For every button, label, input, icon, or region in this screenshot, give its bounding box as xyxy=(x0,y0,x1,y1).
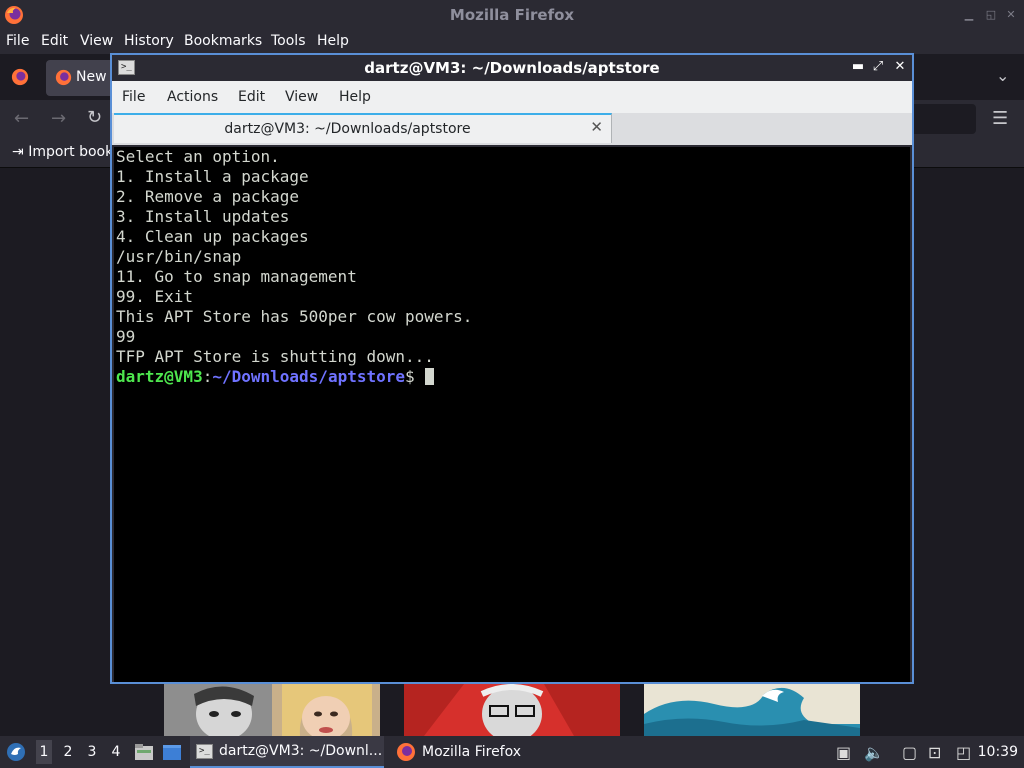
prompt-path: ~/Downloads/aptstore xyxy=(212,367,405,386)
notification-icon[interactable]: ◰ xyxy=(956,743,971,762)
terminal-line: 3. Install updates xyxy=(116,207,290,226)
workspace-4[interactable]: 4 xyxy=(108,744,124,760)
clipboard-icon[interactable]: ▣ xyxy=(836,743,851,762)
tab-list-chevron-icon[interactable]: ⌄ xyxy=(996,66,1009,85)
terminal-window-title: dartz@VM3: ~/Downloads/aptstore xyxy=(364,59,660,77)
prompt-user-host: dartz@VM3 xyxy=(116,367,203,386)
ff-menu-file[interactable]: File xyxy=(6,33,29,49)
terminal-prompt-line: dartz@VM3:~/Downloads/aptstore$ xyxy=(116,367,908,387)
ff-menu-tools[interactable]: Tools xyxy=(271,33,306,49)
firefox-tab[interactable]: New xyxy=(46,60,116,96)
terminal-tab-label: dartz@VM3: ~/Downloads/aptstore xyxy=(224,121,471,137)
maximize-icon[interactable]: ◱ xyxy=(984,8,998,22)
reload-icon[interactable]: ↻ xyxy=(87,107,102,128)
terminal-window: >_ dartz@VM3: ~/Downloads/aptstore ▬ ⤢ ✕… xyxy=(110,53,914,684)
workspace-1[interactable]: 1 xyxy=(36,740,52,764)
term-menu-edit[interactable]: Edit xyxy=(238,89,265,105)
terminal-line: 11. Go to snap management xyxy=(116,267,357,286)
term-menu-file[interactable]: File xyxy=(122,89,145,105)
firefox-icon xyxy=(397,743,415,761)
back-icon[interactable]: ← xyxy=(14,108,29,129)
term-menu-help[interactable]: Help xyxy=(339,89,371,105)
file-manager-icon[interactable] xyxy=(134,742,154,762)
firefox-view-icon[interactable] xyxy=(11,68,29,86)
show-desktop-icon[interactable] xyxy=(162,742,182,762)
workspace-3[interactable]: 3 xyxy=(84,744,100,760)
firefox-window-title: Mozilla Firefox xyxy=(449,6,575,24)
taskbar: 1 2 3 4 >_ dartz@VM3: ~/Downl... Mozilla… xyxy=(0,736,1024,768)
forward-icon[interactable]: → xyxy=(51,108,66,129)
terminal-line: 99. Exit xyxy=(116,287,194,306)
term-menu-view[interactable]: View xyxy=(285,89,318,105)
network-icon[interactable]: ⊡ xyxy=(928,743,941,762)
ff-menu-view[interactable]: View xyxy=(80,33,113,49)
taskbar-task-label: Mozilla Firefox xyxy=(422,744,522,760)
terminal-line: /usr/bin/snap xyxy=(116,247,242,266)
close-icon[interactable]: ✕ xyxy=(892,59,908,75)
ff-menu-help[interactable]: Help xyxy=(317,33,349,49)
tab-close-icon[interactable]: ✕ xyxy=(590,118,603,136)
close-icon[interactable]: ✕ xyxy=(1004,8,1018,22)
wallpaper-image xyxy=(404,684,620,736)
hamburger-menu-icon[interactable]: ☰ xyxy=(992,108,1008,129)
taskbar-task-firefox[interactable]: Mozilla Firefox xyxy=(390,736,530,768)
taskbar-task-terminal[interactable]: >_ dartz@VM3: ~/Downl... xyxy=(190,736,384,768)
terminal-line: 4. Clean up packages xyxy=(116,227,309,246)
terminal-menubar: File Actions Edit View Help xyxy=(112,81,912,113)
terminal-line: This APT Store has 500per cow powers. xyxy=(116,307,473,326)
term-menu-actions[interactable]: Actions xyxy=(167,89,218,105)
wallpaper-image xyxy=(164,684,272,736)
clock[interactable]: 10:39 xyxy=(978,744,1018,760)
start-menu-icon[interactable] xyxy=(6,742,26,762)
import-icon: ⇥ xyxy=(12,144,29,160)
firefox-titlebar: Mozilla Firefox ▁ ◱ ✕ xyxy=(0,0,1024,30)
minimize-icon[interactable]: ▬ xyxy=(850,59,866,75)
terminal-output[interactable]: Select an option. 1. Install a package 2… xyxy=(114,147,910,682)
wallpaper-image xyxy=(272,684,380,736)
maximize-icon[interactable]: ⤢ xyxy=(870,59,886,75)
firefox-icon xyxy=(55,69,72,86)
import-bookmarks-label: Import book xyxy=(28,144,114,160)
terminal-line: 99 xyxy=(116,327,136,346)
import-bookmarks-link[interactable]: ⇥ Import book xyxy=(12,144,113,160)
terminal-icon: >_ xyxy=(196,743,213,759)
text-cursor xyxy=(424,368,434,385)
workspace-2[interactable]: 2 xyxy=(60,744,76,760)
terminal-line: 1. Install a package xyxy=(116,167,309,186)
volume-icon[interactable]: 🔈 xyxy=(864,743,884,762)
minimize-icon[interactable]: ▁ xyxy=(962,8,976,22)
ff-menu-edit[interactable]: Edit xyxy=(41,33,68,49)
taskbar-task-label: dartz@VM3: ~/Downl... xyxy=(219,743,383,759)
firefox-menubar: File Edit View History Bookmarks Tools H… xyxy=(0,30,1024,54)
firefox-tab-label: New xyxy=(76,69,107,85)
prompt-symbol: $ xyxy=(405,367,415,386)
prompt-separator: : xyxy=(202,367,213,386)
notes-icon[interactable]: ▢ xyxy=(902,743,917,762)
ff-menu-bookmarks[interactable]: Bookmarks xyxy=(184,33,262,49)
terminal-line: Select an option. xyxy=(116,147,280,166)
wallpaper-image xyxy=(644,684,860,736)
terminal-tab[interactable]: dartz@VM3: ~/Downloads/aptstore ✕ xyxy=(114,113,612,143)
terminal-line: 2. Remove a package xyxy=(116,187,300,206)
terminal-line: TFP APT Store is shutting down... xyxy=(116,347,434,366)
desktop-wallpaper xyxy=(0,684,1024,736)
terminal-tabbar: dartz@VM3: ~/Downloads/aptstore ✕ xyxy=(112,113,912,145)
terminal-titlebar[interactable]: >_ dartz@VM3: ~/Downloads/aptstore ▬ ⤢ ✕ xyxy=(112,55,912,81)
ff-menu-history[interactable]: History xyxy=(124,33,174,49)
